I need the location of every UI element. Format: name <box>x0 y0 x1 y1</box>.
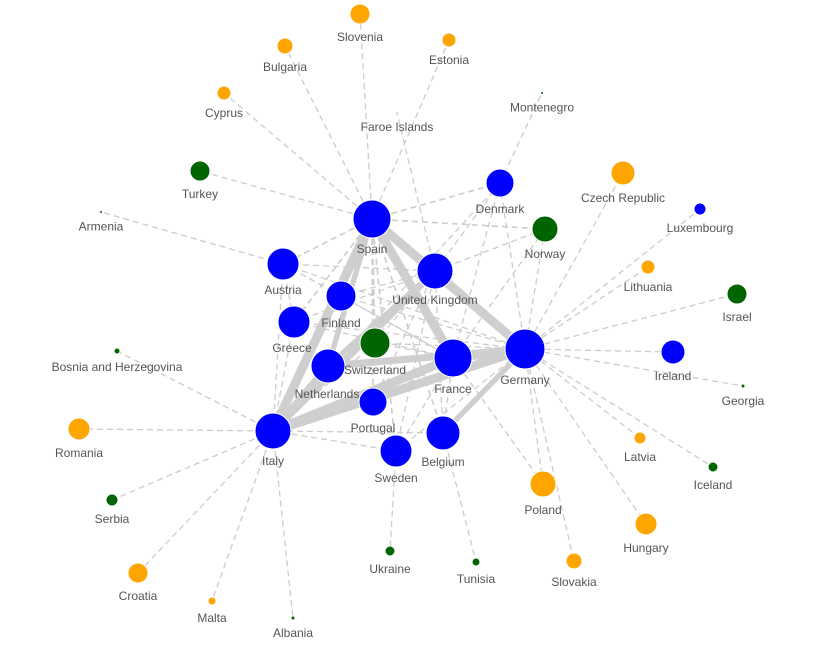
node-label-austria: Austria <box>264 283 302 297</box>
node-norway[interactable] <box>531 215 559 243</box>
link-germany-iceland <box>524 348 714 468</box>
node-ukraine[interactable] <box>384 545 396 557</box>
node-label-czech-republic: Czech Republic <box>581 191 665 205</box>
node-italy[interactable] <box>254 412 292 450</box>
node-label-ukraine: Ukraine <box>369 562 411 576</box>
node-label-denmark: Denmark <box>476 202 526 216</box>
node-cyprus[interactable] <box>216 85 232 101</box>
node-finland[interactable] <box>325 280 357 312</box>
node-label-faroe-islands: Faroe Islands <box>361 120 434 134</box>
node-label-bosnia-and-herzegovina: Bosnia and Herzegovina <box>52 360 183 374</box>
node-label-lithuania: Lithuania <box>624 280 673 294</box>
node-label-france: France <box>434 382 472 396</box>
link-austria-armenia <box>100 211 284 265</box>
node-latvia[interactable] <box>633 431 647 445</box>
node-label-norway: Norway <box>525 247 566 261</box>
node-serbia[interactable] <box>105 493 119 507</box>
node-label-georgia: Georgia <box>722 394 765 408</box>
node-montenegro[interactable] <box>540 91 544 95</box>
network-graph: Spain Germany France Italy United Kingdom Net… <box>52 3 765 640</box>
node-tunisia[interactable] <box>471 557 481 567</box>
node-czech-republic[interactable] <box>610 160 636 186</box>
node-label-cyprus: Cyprus <box>205 106 243 120</box>
node-label-malta: Malta <box>197 611 227 625</box>
node-malta[interactable] <box>207 596 217 606</box>
link-spain-turkey <box>199 170 373 220</box>
node-france[interactable] <box>433 338 473 378</box>
node-label-armenia: Armenia <box>79 220 124 234</box>
node-label-ireland: Ireland <box>655 369 692 383</box>
node-label-belgium: Belgium <box>421 455 464 469</box>
nodes-layer <box>67 3 748 621</box>
node-portugal[interactable] <box>358 387 388 417</box>
node-poland[interactable] <box>529 470 557 498</box>
link-spain-slovenia <box>359 13 373 220</box>
node-slovakia[interactable] <box>565 552 583 570</box>
node-label-hungary: Hungary <box>623 541 668 555</box>
node-sweden[interactable] <box>379 434 413 468</box>
node-label-finland: Finland <box>321 316 360 330</box>
node-armenia[interactable] <box>99 210 103 214</box>
node-label-slovenia: Slovenia <box>337 30 383 44</box>
node-united-kingdom[interactable] <box>416 252 454 290</box>
node-bulgaria[interactable] <box>276 37 294 55</box>
node-spain[interactable] <box>352 199 392 239</box>
node-switzerland[interactable] <box>359 327 391 359</box>
node-slovenia[interactable] <box>349 3 371 25</box>
node-label-switzerland: Switzerland <box>344 363 406 377</box>
node-label-spain: Spain <box>357 242 388 256</box>
link-italy-serbia <box>111 430 274 501</box>
node-greece[interactable] <box>277 305 311 339</box>
node-netherlands[interactable] <box>310 348 346 384</box>
node-hungary[interactable] <box>634 512 658 536</box>
node-label-montenegro: Montenegro <box>510 101 574 115</box>
link-germany-latvia <box>524 348 641 439</box>
node-turkey[interactable] <box>189 160 211 182</box>
node-romania[interactable] <box>67 417 91 441</box>
node-germany[interactable] <box>504 328 546 370</box>
node-israel[interactable] <box>726 283 748 305</box>
node-label-united-kingdom: United Kingdom <box>392 293 477 307</box>
link-germany-ireland <box>524 348 674 353</box>
node-faroe-islands[interactable] <box>395 111 399 115</box>
node-label-romania: Romania <box>55 446 103 460</box>
link-italy-romania <box>78 428 274 432</box>
node-iceland[interactable] <box>707 461 719 473</box>
node-lithuania[interactable] <box>640 259 656 275</box>
node-albania[interactable] <box>290 615 296 621</box>
node-label-iceland: Iceland <box>694 478 733 492</box>
node-label-turkey: Turkey <box>182 187 218 201</box>
node-label-estonia: Estonia <box>429 53 469 67</box>
node-label-latvia: Latvia <box>624 450 656 464</box>
node-label-israel: Israel <box>722 310 751 324</box>
link-germany-georgia <box>524 348 744 387</box>
node-ireland[interactable] <box>660 339 686 365</box>
node-label-albania: Albania <box>273 626 313 640</box>
node-label-serbia: Serbia <box>95 512 130 526</box>
node-label-sweden: Sweden <box>374 471 417 485</box>
link-belgium-tunisia <box>442 432 477 563</box>
node-luxembourg[interactable] <box>693 202 707 216</box>
node-label-italy: Italy <box>262 454 284 468</box>
node-austria[interactable] <box>266 247 300 281</box>
link-italy-croatia <box>137 430 274 574</box>
node-label-tunisia: Tunisia <box>457 572 496 586</box>
node-georgia[interactable] <box>740 383 746 389</box>
link-germany-israel <box>524 293 738 350</box>
node-croatia[interactable] <box>127 562 149 584</box>
node-label-bulgaria: Bulgaria <box>263 60 307 74</box>
node-estonia[interactable] <box>441 32 457 48</box>
node-label-greece: Greece <box>272 341 312 355</box>
node-label-poland: Poland <box>524 503 561 517</box>
node-label-portugal: Portugal <box>351 421 396 435</box>
node-bosnia-and-herzegovina[interactable] <box>113 347 121 355</box>
node-label-germany: Germany <box>500 373 549 387</box>
node-denmark[interactable] <box>485 168 515 198</box>
node-label-luxembourg: Luxembourg <box>667 221 734 235</box>
link-spain-cyprus <box>223 92 373 220</box>
node-label-slovakia: Slovakia <box>551 575 597 589</box>
node-belgium[interactable] <box>425 415 461 451</box>
node-label-netherlands: Netherlands <box>295 387 360 401</box>
node-label-croatia: Croatia <box>119 589 158 603</box>
